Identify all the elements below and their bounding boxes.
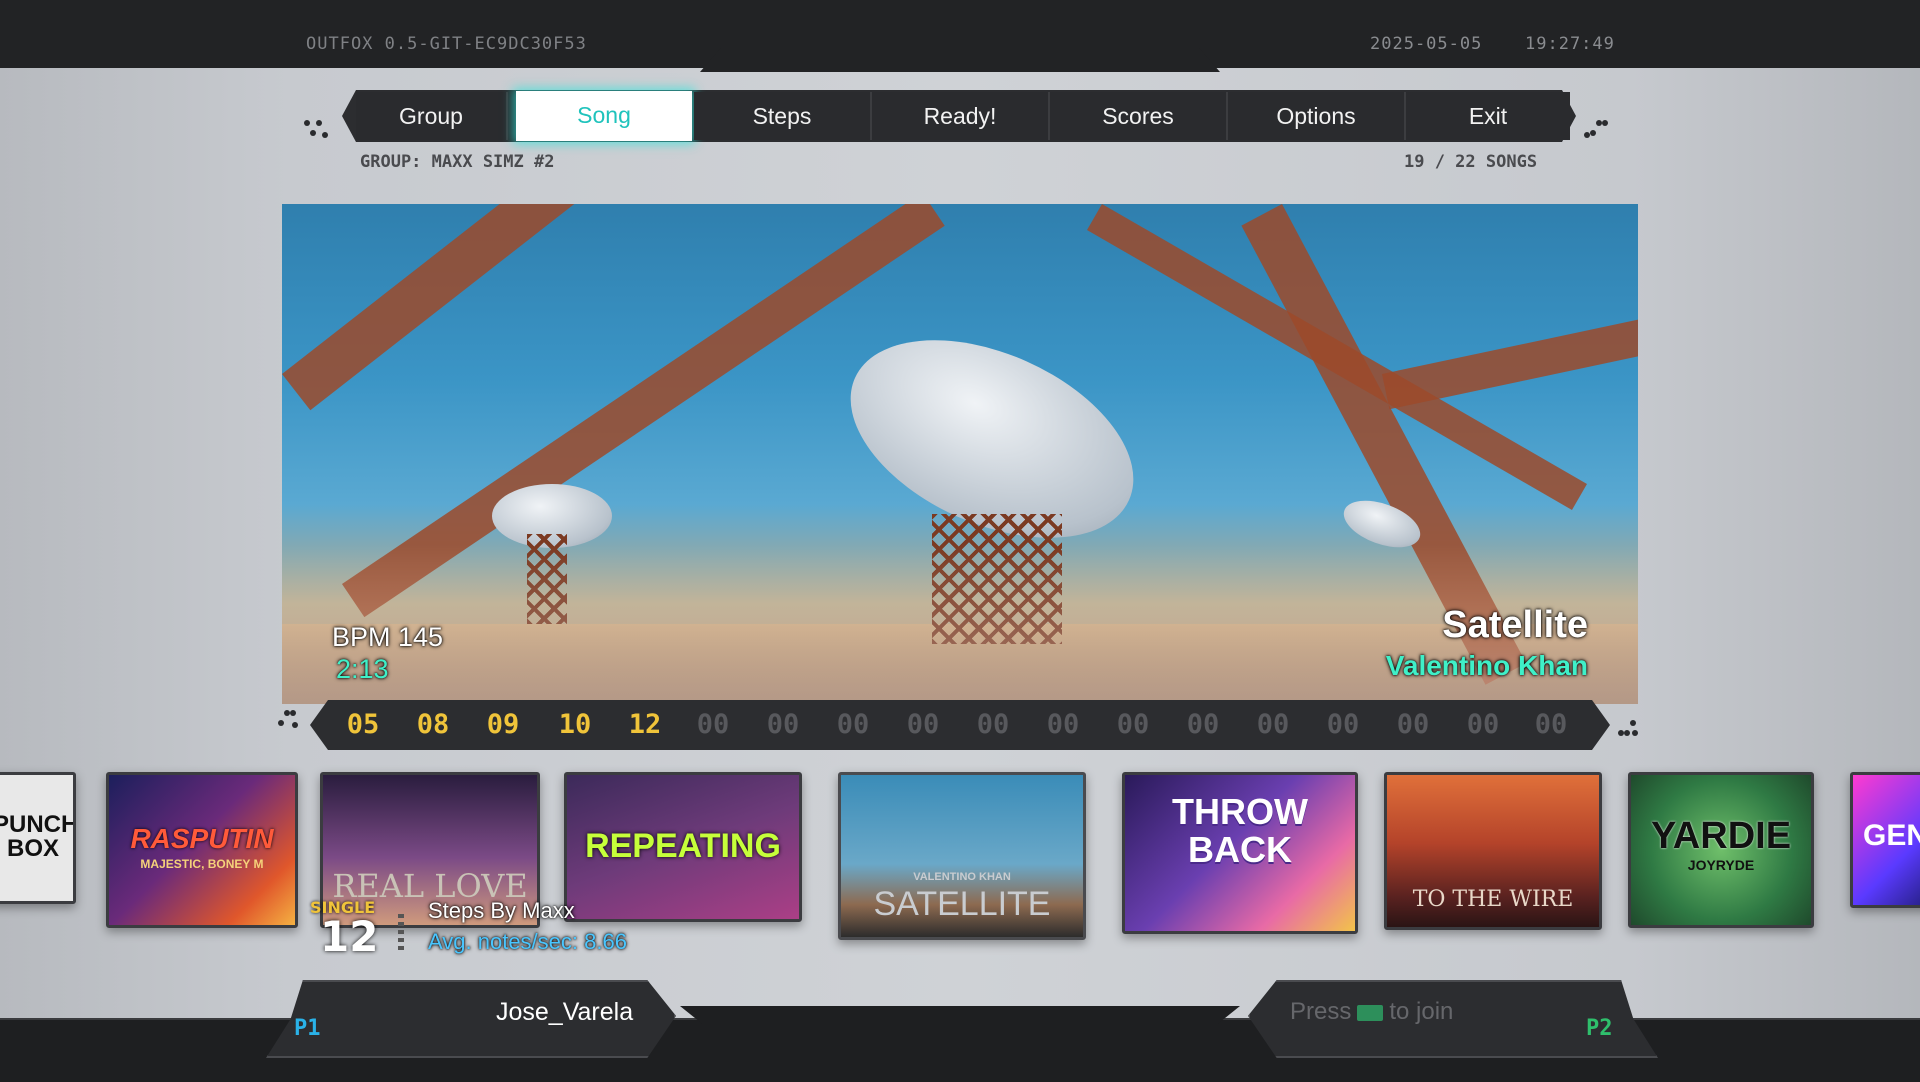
song-count: 19 / 22 SONGS — [1404, 152, 1538, 172]
notes-per-second: Avg. notes/sec: 8.66 — [428, 929, 627, 954]
wheel-item-yardie[interactable]: YARDIE JOYRYDE — [1628, 772, 1814, 928]
wheel-item-label: REPEATING — [585, 827, 781, 865]
difficulty-empty: 00 — [1116, 709, 1150, 740]
difficulty-value[interactable]: 12 — [618, 708, 672, 742]
difficulty-empty: 00 — [836, 709, 870, 740]
tab-options[interactable]: Options — [1228, 92, 1406, 140]
join-prompt: Press to join — [1290, 998, 1453, 1026]
difficulty-empty: 00 — [766, 709, 800, 740]
wheel-item-punch-box[interactable]: PUNCH BOX — [0, 772, 76, 904]
bpm-label: BPM 145 — [332, 622, 444, 652]
wheel-item-rasputin[interactable]: RASPUTIN MAJESTIC, BONEY M — [106, 772, 298, 928]
dots-decoration-diff-right — [1616, 718, 1646, 742]
difficulty-empty: 00 — [1256, 709, 1290, 740]
difficulty-value[interactable]: 08 — [406, 708, 460, 742]
join-label: to join — [1389, 998, 1454, 1025]
player2-tag: P2 — [1586, 1016, 1613, 1041]
song-banner-image — [282, 204, 1638, 704]
difficulty-empty: 00 — [906, 709, 940, 740]
bottom-notch — [680, 1006, 1240, 1024]
wheel-item-label: RASPUTIN — [130, 823, 274, 854]
wheel-item-satellite[interactable]: VALENTINO KHAN SATELLITE — [838, 772, 1086, 940]
difficulty-empty: 00 — [976, 709, 1010, 740]
start-key-icon — [1357, 1004, 1384, 1021]
version-label: OUTFOX 0.5-GIT-EC9DC30F53 — [306, 34, 587, 54]
clock-label: 19:27:49 — [1525, 34, 1615, 54]
dots-decoration-right — [1582, 118, 1612, 142]
wheel-item-sublabel: MAJESTIC, BONEY M — [140, 857, 264, 871]
song-artist: Valentino Khan — [1385, 650, 1588, 681]
difficulty-empty: 00 — [1396, 709, 1430, 740]
difficulty-value[interactable]: 05 — [336, 708, 390, 742]
difficulty-empty: 00 — [1326, 709, 1360, 740]
steps-author: Steps By Maxx — [428, 898, 575, 923]
wheel-item-label: THROW BACK — [1172, 791, 1308, 870]
wheel-item-label: TO THE WIRE — [1412, 887, 1574, 912]
wheel-item-throw-back[interactable]: THROW BACK — [1122, 772, 1358, 934]
wheel-item-sublabel: JOYRYDE — [1687, 857, 1755, 873]
top-notch — [700, 48, 1220, 72]
difficulty-empty: 00 — [1534, 709, 1568, 740]
wheel-item-label: SATELLITE — [873, 885, 1051, 923]
steps-meter: 12 — [320, 912, 379, 961]
difficulty-value[interactable]: 09 — [476, 708, 530, 742]
wheel-item-label: GEN — [1863, 819, 1920, 852]
dots-decoration-left — [302, 118, 332, 142]
wheel-item-label: PUNCH BOX — [0, 811, 76, 862]
wheel-item-repeating[interactable]: REPEATING — [564, 772, 802, 922]
wheel-item-sublabel: VALENTINO KHAN — [913, 871, 1011, 883]
difficulty-value[interactable]: 10 — [548, 708, 602, 742]
difficulty-empty: 00 — [1046, 709, 1080, 740]
tab-exit[interactable]: Exit — [1406, 92, 1570, 140]
tab-song[interactable]: Song — [516, 91, 692, 141]
difficulty-empty: 00 — [696, 709, 730, 740]
dots-decoration-diff-left — [276, 708, 306, 732]
tab-group[interactable]: Group — [356, 92, 508, 140]
wheel-item-gen[interactable]: GEN — [1850, 772, 1920, 908]
tab-scores[interactable]: Scores — [1050, 92, 1228, 140]
tab-ready[interactable]: Ready! — [872, 92, 1050, 140]
banner-beam — [1382, 311, 1638, 410]
tab-steps[interactable]: Steps — [694, 92, 872, 140]
difficulty-empty: 00 — [1186, 709, 1220, 740]
steps-divider — [398, 914, 404, 952]
song-length: 2:13 — [336, 654, 389, 684]
wheel-item-label: YARDIE — [1650, 815, 1792, 857]
song-title: Satellite — [1442, 604, 1588, 646]
player1-tag: P1 — [294, 1016, 321, 1041]
player1-name: Jose_Varela — [496, 998, 634, 1026]
group-label: GROUP: MAXX SIMZ #2 — [360, 152, 555, 172]
difficulty-empty: 00 — [1466, 709, 1500, 740]
press-label: Press — [1290, 998, 1352, 1025]
wheel-item-to-the-wire[interactable]: TO THE WIRE — [1384, 772, 1602, 930]
date-label: 2025-05-05 — [1370, 34, 1483, 54]
